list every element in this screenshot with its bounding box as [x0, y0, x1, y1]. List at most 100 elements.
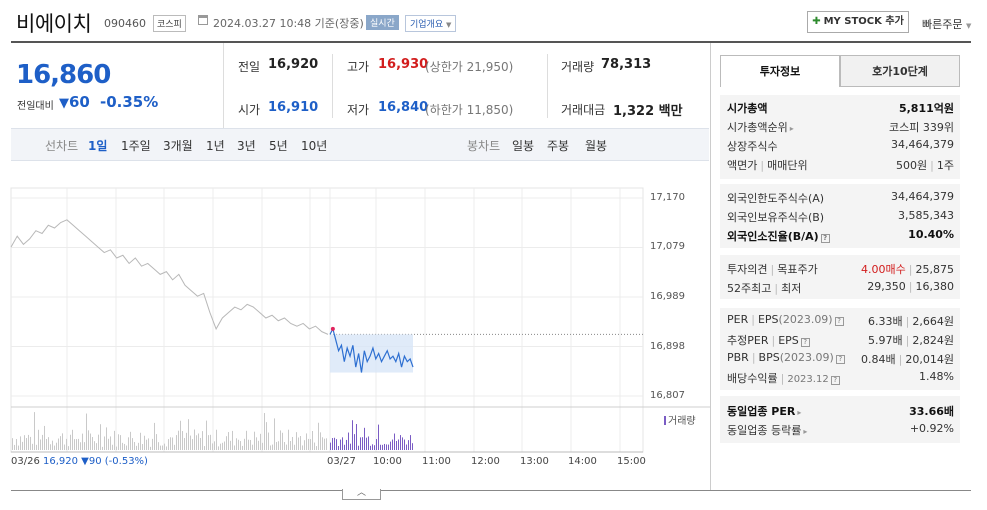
volume-bar-prev — [190, 435, 191, 450]
est-per-label: 추정PER | EPS? — [727, 332, 810, 348]
shares-row: 상장주식수 34,464,379 — [727, 138, 954, 155]
volume-bar-prev — [128, 437, 129, 450]
volume-bar-prev — [182, 431, 183, 450]
tab-investment-info[interactable]: 투자정보 — [720, 55, 840, 87]
volume-bar-prev — [86, 413, 87, 450]
volume-bar-prev — [202, 431, 203, 450]
volume-bar-prev — [186, 432, 187, 450]
volume-bar-today — [406, 444, 407, 450]
volume-bar-prev — [58, 438, 59, 450]
x-tick-label: 13:00 — [520, 456, 549, 467]
foreign-hold-label: 외국인보유주식수(B) — [727, 211, 825, 224]
collapse-button[interactable]: ︿ — [342, 489, 381, 500]
price-chart[interactable] — [0, 0, 710, 490]
y-tick-label: 17,079 — [650, 241, 685, 252]
chevron-up-icon: ︿ — [356, 488, 366, 498]
week52-label: 52주최고 | 최저 — [727, 282, 802, 295]
volume-bar-prev — [158, 442, 159, 450]
volume-bar-prev — [110, 436, 111, 450]
tab-order-book[interactable]: 호가10단계 — [840, 55, 960, 87]
volume-bar-today — [344, 444, 345, 450]
volume-bar-prev — [160, 445, 161, 450]
volume-bar-prev — [246, 430, 247, 450]
week52-row: 52주최고 | 최저 29,350 | 16,380 — [727, 280, 954, 297]
volume-bar-prev — [272, 444, 273, 450]
volume-bar-prev — [46, 438, 47, 450]
volume-bar-prev — [226, 436, 227, 450]
x-tick-label: 12:00 — [471, 456, 500, 467]
volume-bar-prev — [126, 445, 127, 450]
volume-bar-prev — [88, 430, 89, 450]
volume-bar-today — [332, 438, 333, 450]
volume-bar-prev — [228, 432, 229, 450]
volume-bar-prev — [140, 432, 141, 450]
volume-bar-today — [400, 435, 401, 450]
est-per-value: 5.97배 | 2,824원 — [868, 334, 954, 347]
volume-bar-today — [352, 420, 353, 450]
sector-rate-value: +0.92% — [909, 422, 954, 435]
sector-rate-label: 동일업종 등락률 ▸ — [727, 424, 808, 437]
volume-bar-prev — [250, 439, 251, 450]
volume-bar-prev — [118, 434, 119, 450]
volume-bar-prev — [212, 443, 213, 450]
x-tick-label: 03/27 — [327, 456, 356, 467]
per-value: 6.33배 | 2,664원 — [868, 315, 954, 328]
volume-bar-today — [412, 443, 413, 450]
volume-bar-prev — [102, 446, 103, 450]
sector-rate-row[interactable]: 동일업종 등락률 ▸ +0.92% — [727, 422, 954, 439]
volume-bar-prev — [12, 438, 13, 450]
prev-day-line — [10, 219, 329, 335]
volume-bar-prev — [260, 433, 261, 450]
volume-bar-today — [392, 439, 393, 450]
volume-bar-prev — [98, 434, 99, 450]
volume-bar-prev — [30, 436, 31, 450]
volume-bar-today — [374, 445, 375, 450]
volume-bar-prev — [262, 442, 263, 450]
dividend-row: 배당수익률 | 2023.12? 1.48% — [727, 370, 954, 387]
y-tick-label: 16,898 — [650, 341, 685, 352]
volume-bar-prev — [270, 445, 271, 450]
help-icon[interactable]: ? — [800, 338, 810, 347]
volume-bar-prev — [286, 444, 287, 450]
chevron-right-icon: ▸ — [797, 408, 802, 417]
help-icon[interactable]: ? — [835, 355, 845, 364]
help-icon[interactable]: ? — [834, 317, 844, 326]
volume-bar-prev — [300, 436, 301, 450]
volume-bar-prev — [310, 439, 311, 450]
market-cap-value: 5,811억원 — [898, 102, 954, 115]
help-icon[interactable]: ? — [820, 234, 830, 243]
foreign-limit-label: 외국인한도주식수(A) — [727, 192, 825, 205]
volume-bar-prev — [230, 440, 231, 450]
market-cap-rank-row[interactable]: 시가총액순위 ▸ 코스피 339위 — [727, 119, 954, 136]
foreign-limit-value: 34,464,379 — [891, 190, 954, 203]
volume-bar-prev — [52, 440, 53, 450]
volume-bar-prev — [306, 433, 307, 450]
volume-bar-prev — [254, 431, 255, 450]
volume-bar-today — [410, 435, 411, 450]
volume-bar-prev — [218, 446, 219, 450]
volume-bar-prev — [66, 438, 67, 450]
volume-bar-prev — [326, 438, 327, 450]
quick-order-button[interactable]: 빠른주문 ▼ — [922, 16, 971, 32]
quick-order-label: 빠른주문 — [922, 18, 963, 31]
volume-bar-prev — [214, 441, 215, 450]
volume-bar-prev — [24, 435, 25, 450]
add-mystock-label: MY STOCK 추가 — [823, 16, 904, 27]
per-row: PER | EPS(2023.09)? 6.33배 | 2,664원 — [727, 313, 954, 330]
volume-bar-today — [404, 439, 405, 450]
volume-bar-prev — [114, 430, 115, 450]
help-icon[interactable]: ? — [830, 376, 840, 385]
volume-bar-prev — [106, 427, 107, 450]
volume-bar-prev — [172, 437, 173, 450]
volume-bar-prev — [146, 439, 147, 450]
add-mystock-button[interactable]: ✚ MY STOCK 추가 — [807, 11, 909, 33]
volume-bar-prev — [258, 440, 259, 450]
volume-bar-prev — [32, 443, 33, 450]
volume-bar-prev — [206, 420, 207, 450]
volume-bar-today — [388, 444, 389, 450]
pbr-label: PBR | BPS(2023.09)? — [727, 351, 845, 364]
volume-bar-prev — [200, 437, 201, 450]
sector-per-row[interactable]: 동일업종 PER ▸ 33.66배 — [727, 403, 954, 420]
volume-bar-prev — [40, 439, 41, 450]
volume-bar-prev — [164, 443, 165, 450]
